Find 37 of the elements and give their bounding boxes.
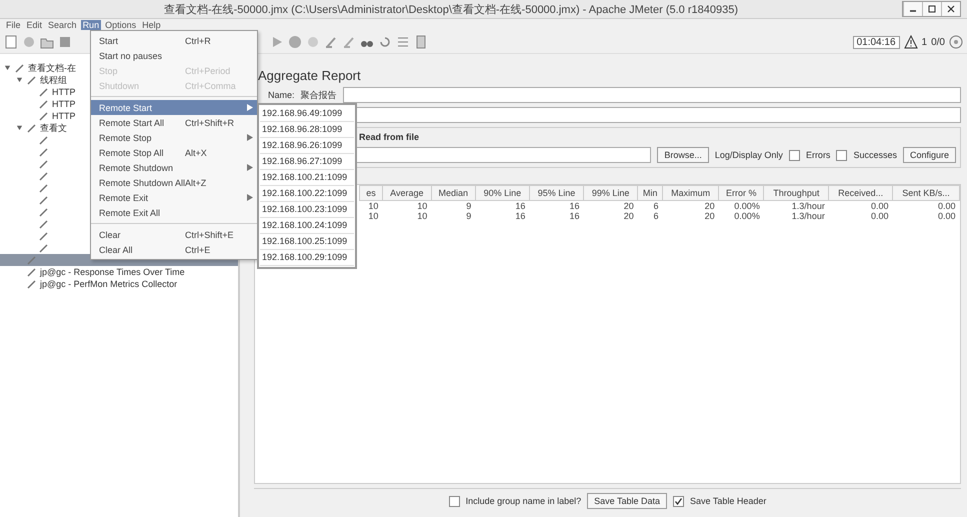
- table-cell: 16: [529, 200, 584, 211]
- table-cell-text: 0.00: [870, 211, 890, 221]
- table-cell: 1.3/hour: [764, 200, 829, 211]
- elapsed-time: 01:04:16: [852, 36, 900, 48]
- table-cell: 20: [662, 200, 719, 211]
- warning-count: 1: [922, 36, 928, 48]
- table-cell: 16: [475, 200, 530, 211]
- save-header-label: Save Table Header: [690, 496, 766, 506]
- table-cell-text: 10: [367, 211, 380, 221]
- log-display-label: Log/Display Only: [714, 150, 783, 160]
- table-cell-text: 16: [514, 211, 526, 221]
- table-cell-text: 20: [622, 211, 635, 221]
- table-cell: 0.00: [892, 200, 960, 211]
- table-cell-text: 1.3/hour: [790, 211, 826, 221]
- table-cell-text: 10: [416, 211, 428, 221]
- table-cell-text: 9: [465, 211, 472, 221]
- table-cell-text: 20: [704, 211, 716, 221]
- name-value: 聚合报告: [300, 88, 337, 102]
- include-group-label: Include group name in label?: [466, 496, 582, 506]
- successes-label: Successes: [853, 150, 897, 160]
- table-cell-text: 16: [568, 211, 581, 221]
- table-cell: 10: [360, 200, 382, 211]
- table-cell: 0.00: [828, 200, 893, 211]
- table-cell: 0.00%: [718, 200, 764, 211]
- table-cell: 20: [584, 200, 638, 211]
- panel-title: Aggregate Report: [257, 67, 362, 83]
- table-cell: 9: [431, 200, 476, 211]
- window-title: 查看文档-在线-50000.jmx (C:\Users\Administrator\Desktop\查看文档-在线-50000.jmx) - Apache JMeter (5.0 r1840935): [162, 2, 739, 16]
- table-cell-text: 6: [652, 211, 660, 221]
- errors-label: Errors: [806, 150, 830, 160]
- thread-count: 0/0: [931, 36, 945, 48]
- table-cell-text: 0.00: [936, 211, 956, 221]
- section-title: Read from file: [359, 132, 420, 142]
- table-cell: 10: [382, 200, 432, 211]
- table-cell-text: 0.00%: [733, 211, 761, 221]
- name-label: Name:: [268, 90, 295, 100]
- table-cell: 6: [638, 200, 663, 211]
